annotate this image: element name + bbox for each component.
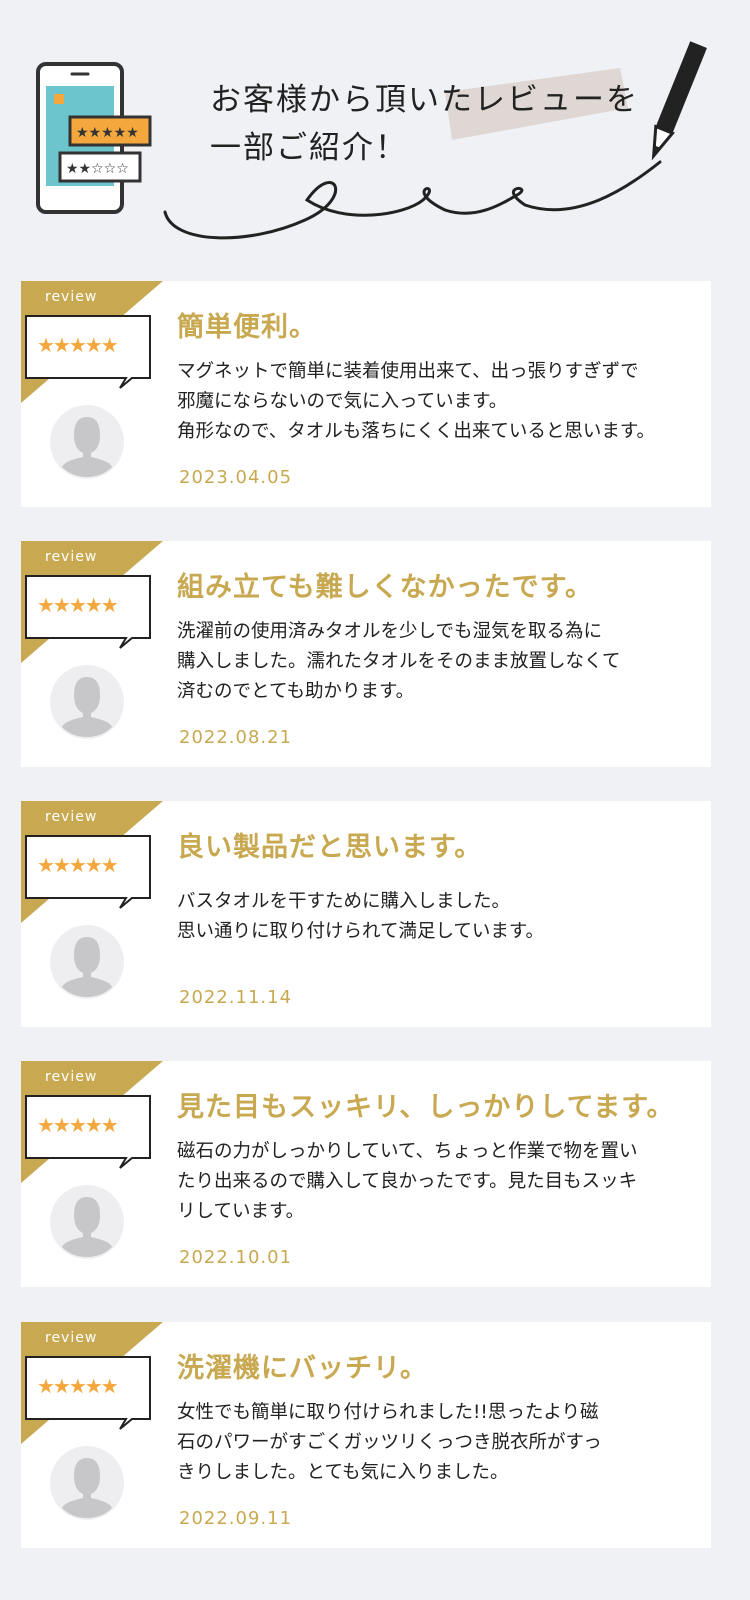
heading-line-1: お客様から頂いたレビューを [210, 82, 639, 118]
section-heading: お客様から頂いたレビューを 一部ご紹介！ [210, 76, 639, 172]
user-avatar-icon [50, 1446, 124, 1520]
review-card: review ★★★★★ 簡単便利。 マグネットで簡単に装着使用出来て、出っ張り… [21, 281, 711, 507]
review-label: review [45, 1069, 98, 1085]
review-line: 磁石の力がしっかりしていて、ちょっと作業で物を置い [177, 1141, 638, 1162]
review-line: 購入しました。濡れたタオルをそのまま放置しなくて [177, 651, 621, 672]
pencil-icon [651, 41, 707, 161]
svg-text:★★☆☆☆: ★★☆☆☆ [66, 161, 129, 177]
review-line: バスタオルを干すために購入しました。 [177, 891, 511, 912]
review-title: 洗濯機にバッチリ。 [177, 1353, 428, 1384]
review-date: 2022.10.01 [179, 1247, 293, 1268]
star-rating: ★★★★★ [37, 853, 119, 877]
heading-line-2: 一部ご紹介！ [210, 130, 408, 166]
review-line: 角形なので、タオルも落ちにくく出来ていると思います。 [177, 421, 656, 442]
review-body: 女性でも簡単に取り付けられました!!思ったより磁 石のパワーがすごくガッツリくっ… [177, 1398, 701, 1488]
header-section: ★★★★★ ★★☆☆☆ お客様から頂いたレビューを 一部ご紹介！ [0, 0, 750, 270]
review-body: 磁石の力がしっかりしていて、ちょっと作業で物を置い たり出来るので購入して良かっ… [177, 1137, 701, 1227]
review-line: 済むのでとても助かります。 [177, 681, 415, 702]
review-label: review [45, 549, 98, 565]
review-date: 2022.08.21 [179, 727, 293, 748]
review-date: 2022.11.14 [179, 987, 293, 1008]
review-body: バスタオルを干すために購入しました。 思い通りに取り付けられて満足しています。 [177, 887, 701, 947]
review-body: 洗濯前の使用済みタオルを少しでも湿気を取る為に 購入しました。濡れたタオルをその… [177, 617, 701, 707]
review-line: 洗濯前の使用済みタオルを少しでも湿気を取る為に [177, 621, 602, 642]
star-rating: ★★★★★ [37, 593, 119, 617]
user-avatar-icon [50, 405, 124, 479]
star-rating: ★★★★★ [37, 1113, 119, 1137]
review-label: review [45, 289, 98, 305]
review-line: きりしました。とても気に入りました。 [177, 1462, 509, 1483]
review-card: review ★★★★★ 見た目もスッキリ、しっかりしてます。 磁石の力がしっか… [21, 1061, 711, 1287]
review-card: review ★★★★★ 良い製品だと思います。 バスタオルを干すために購入しま… [21, 801, 711, 1027]
review-title: 見た目もスッキリ、しっかりしてます。 [177, 1092, 675, 1123]
review-label: review [45, 809, 98, 825]
svg-text:★★★★★: ★★★★★ [76, 125, 139, 141]
user-avatar-icon [50, 925, 124, 999]
review-title: 簡単便利。 [177, 312, 317, 343]
review-line: 邪魔にならないので気に入っています。 [177, 391, 508, 412]
review-line: 石のパワーがすごくガッツリくっつき脱衣所がすっ [177, 1432, 602, 1453]
phone-review-icon: ★★★★★ ★★☆☆☆ [36, 62, 152, 214]
review-line: リしています。 [177, 1201, 305, 1222]
review-line: 思い通りに取り付けられて満足しています。 [177, 921, 545, 942]
star-rating: ★★★★★ [37, 1374, 119, 1398]
review-label: review [45, 1330, 98, 1346]
user-avatar-icon [50, 665, 124, 739]
review-title: 良い製品だと思います。 [177, 832, 483, 863]
user-avatar-icon [50, 1185, 124, 1259]
star-rating: ★★★★★ [37, 333, 119, 357]
review-line: たり出来るので購入して良かったです。見た目もスッキ [177, 1171, 638, 1192]
review-card: review ★★★★★ 洗濯機にバッチリ。 女性でも簡単に取り付けられました!… [21, 1322, 711, 1548]
review-title: 組み立ても難しくなかったです。 [177, 572, 593, 603]
review-card: review ★★★★★ 組み立ても難しくなかったです。 洗濯前の使用済みタオル… [21, 541, 711, 767]
review-body: マグネットで簡単に装着使用出来て、出っ張りすぎずで 邪魔にならないので気に入って… [177, 357, 701, 447]
review-line: 女性でも簡単に取り付けられました!!思ったより磁 [177, 1402, 599, 1423]
review-date: 2023.04.05 [179, 467, 293, 488]
review-date: 2022.09.11 [179, 1508, 293, 1529]
review-line: マグネットで簡単に装着使用出来て、出っ張りすぎずで [177, 361, 639, 382]
